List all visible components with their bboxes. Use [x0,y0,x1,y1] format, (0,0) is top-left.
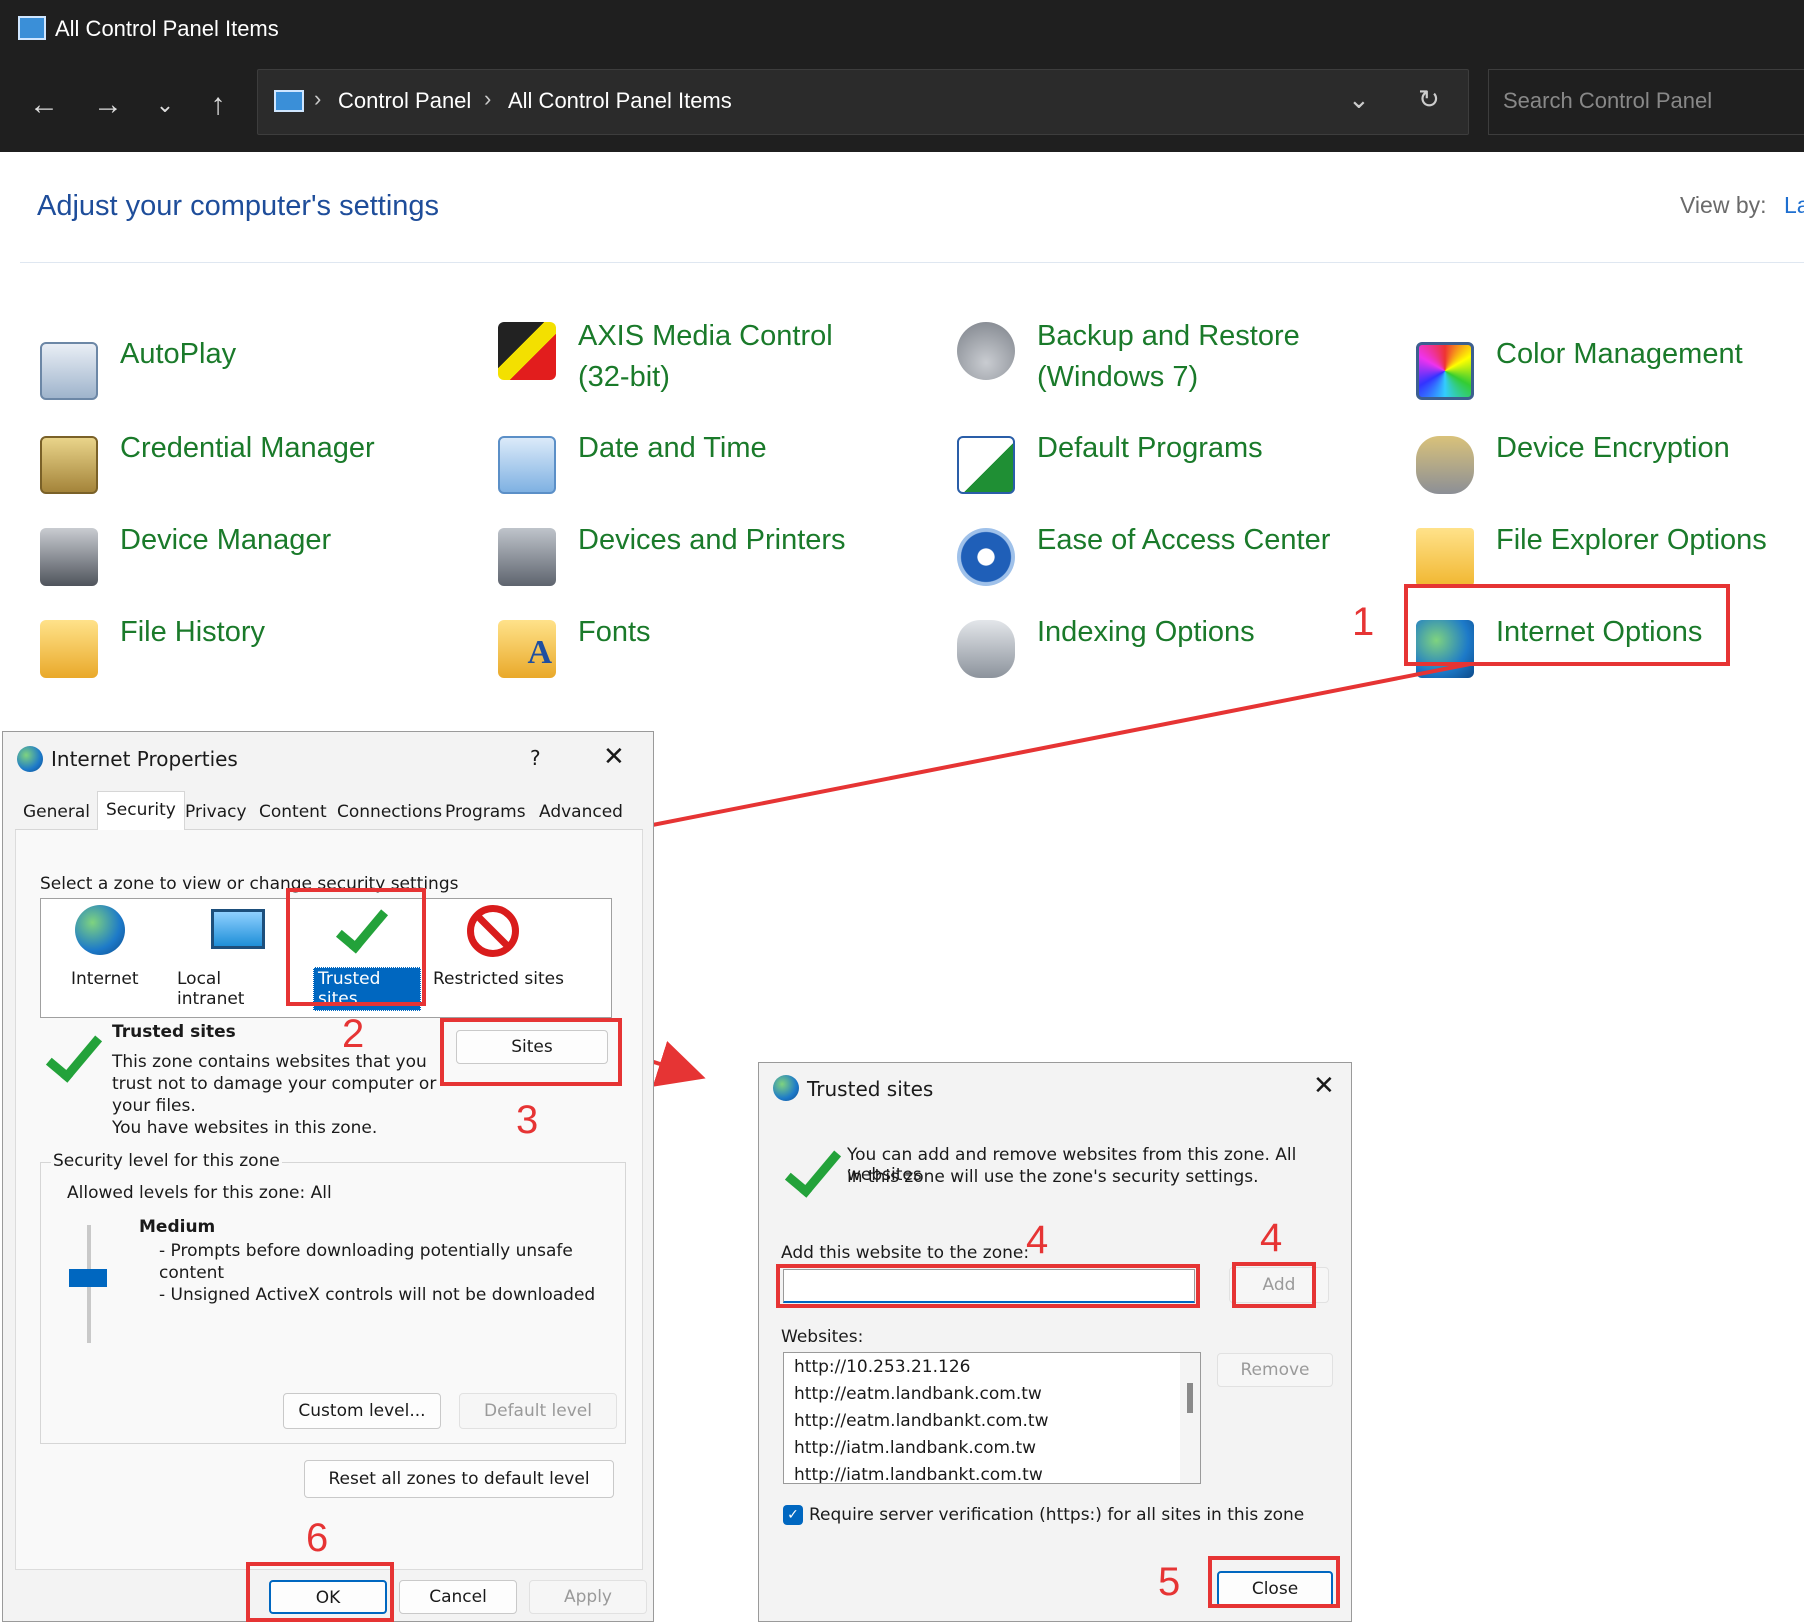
annotation-number: 2 [342,1012,365,1056]
reset-all-zones-button[interactable]: Reset all zones to default level [304,1460,614,1498]
level-name: Medium [139,1217,216,1237]
zone-description-line: You have websites in this zone. [112,1118,378,1138]
require-https-label: Require server verification (https:) for… [809,1505,1305,1525]
close-icon[interactable]: ✕ [1313,1071,1335,1101]
monitor-icon [211,909,265,949]
zone-internet[interactable]: Internet [55,903,143,1003]
globe-icon [17,746,43,772]
trusted-sites-dialog: Trusted sites ✕ You can add and remove w… [758,1062,1352,1622]
dialog-title: Trusted sites [807,1077,934,1101]
zone-local-intranet[interactable]: Local intranet [177,903,293,1009]
list-item[interactable]: http://iatm.landbank.com.tw [794,1438,1036,1458]
apply-button[interactable]: Apply [529,1580,647,1614]
cancel-button[interactable]: Cancel [399,1580,517,1614]
checkmark-icon [45,1023,103,1083]
list-item[interactable]: http://10.253.21.126 [794,1357,970,1377]
tab-connections[interactable]: Connections [329,794,450,830]
annotation-number: 5 [1158,1560,1181,1604]
list-item[interactable]: http://iatm.landbankt.com.tw [794,1465,1043,1483]
globe-icon [773,1075,799,1101]
tab-general[interactable]: General [15,794,98,830]
tab-privacy[interactable]: Privacy [177,794,255,830]
add-website-label: Add this website to the zone: [781,1243,1030,1263]
help-button[interactable]: ? [530,746,541,770]
info-line: in this zone will use the zone's securit… [847,1167,1259,1187]
dialog-title: Internet Properties [51,747,238,771]
zone-description-line: your files. [112,1096,196,1116]
annotation-number: 4 [1026,1218,1049,1262]
annotation-number: 4 [1260,1216,1283,1260]
annotation-box [286,888,426,1006]
zone-restricted-sites[interactable]: Restricted sites [433,903,573,1003]
list-item[interactable]: http://eatm.landbank.com.tw [794,1384,1042,1404]
internet-properties-dialog: Internet Properties ? ✕ General Security… [2,731,654,1622]
level-description-line: - Prompts before downloading potentially… [159,1241,573,1261]
security-level-slider[interactable] [69,1269,107,1287]
websites-label: Websites: [781,1327,864,1347]
security-level-group: Security level for this zone Allowed lev… [40,1151,626,1444]
scrollbar[interactable] [1180,1353,1200,1483]
no-entry-icon [467,905,519,957]
annotation-box [440,1018,622,1086]
annotation-number: 6 [306,1516,329,1560]
tab-content[interactable]: Content [251,794,335,830]
checkmark-icon [784,1138,842,1198]
zone-title: Trusted sites [112,1022,236,1042]
group-label: Security level for this zone [51,1151,282,1171]
annotation-number: 3 [516,1098,539,1142]
annotation-box [246,1562,394,1622]
zone-description-line: This zone contains websites that you [112,1052,427,1072]
allowed-levels: Allowed levels for this zone: All [67,1183,332,1203]
websites-list[interactable]: http://10.253.21.126 http://eatm.landban… [783,1352,1201,1484]
tab-programs[interactable]: Programs [437,794,534,830]
tab-strip: General Security Privacy Content Connect… [15,791,643,831]
globe-icon [75,905,125,955]
tab-security[interactable]: Security [97,791,185,831]
default-level-button[interactable]: Default level [459,1393,617,1429]
level-description-line: content [159,1263,225,1283]
annotation-arrow [538,662,1471,862]
annotation-box [1232,1262,1316,1308]
custom-level-button[interactable]: Custom level... [283,1393,441,1429]
scrollbar-thumb[interactable] [1187,1383,1193,1413]
zone-description-line: trust not to damage your computer or [112,1074,437,1094]
level-description-line: - Unsigned ActiveX controls will not be … [159,1285,596,1305]
remove-button[interactable]: Remove [1217,1353,1333,1387]
require-https-checkbox[interactable]: ✓ [783,1505,803,1525]
annotation-box [1208,1556,1340,1608]
annotation-box [776,1264,1200,1308]
tab-advanced[interactable]: Advanced [531,794,631,830]
close-icon[interactable]: ✕ [603,742,625,772]
list-item[interactable]: http://eatm.landbankt.com.tw [794,1411,1048,1431]
